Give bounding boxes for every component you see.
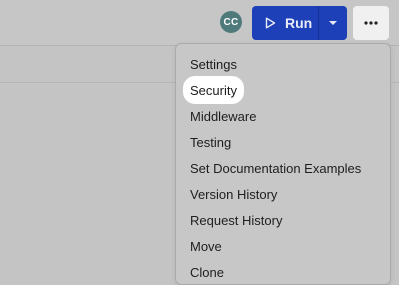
- chevron-down-icon: [329, 21, 337, 25]
- run-button-group: Run: [252, 6, 347, 40]
- run-button[interactable]: Run: [252, 6, 318, 40]
- more-horizontal-icon: [364, 21, 378, 25]
- more-options-menu: Settings Security Middleware Testing Set…: [175, 43, 391, 285]
- menu-item-testing[interactable]: Testing: [190, 129, 231, 155]
- more-options-button[interactable]: [353, 6, 389, 40]
- menu-item-security[interactable]: Security: [183, 76, 244, 104]
- menu-item-middleware[interactable]: Middleware: [190, 103, 256, 129]
- menu-item-version-history[interactable]: Version History: [190, 181, 277, 207]
- menu-item-settings[interactable]: Settings: [190, 51, 237, 77]
- menu-item-request-history[interactable]: Request History: [190, 207, 282, 233]
- menu-item-move[interactable]: Move: [190, 233, 222, 259]
- run-options-button[interactable]: [319, 6, 347, 40]
- menu-item-set-documentation-examples[interactable]: Set Documentation Examples: [190, 155, 361, 181]
- avatar[interactable]: CC: [220, 11, 242, 33]
- play-icon: [265, 17, 276, 29]
- run-button-label: Run: [285, 15, 313, 31]
- menu-item-clone[interactable]: Clone: [190, 259, 224, 285]
